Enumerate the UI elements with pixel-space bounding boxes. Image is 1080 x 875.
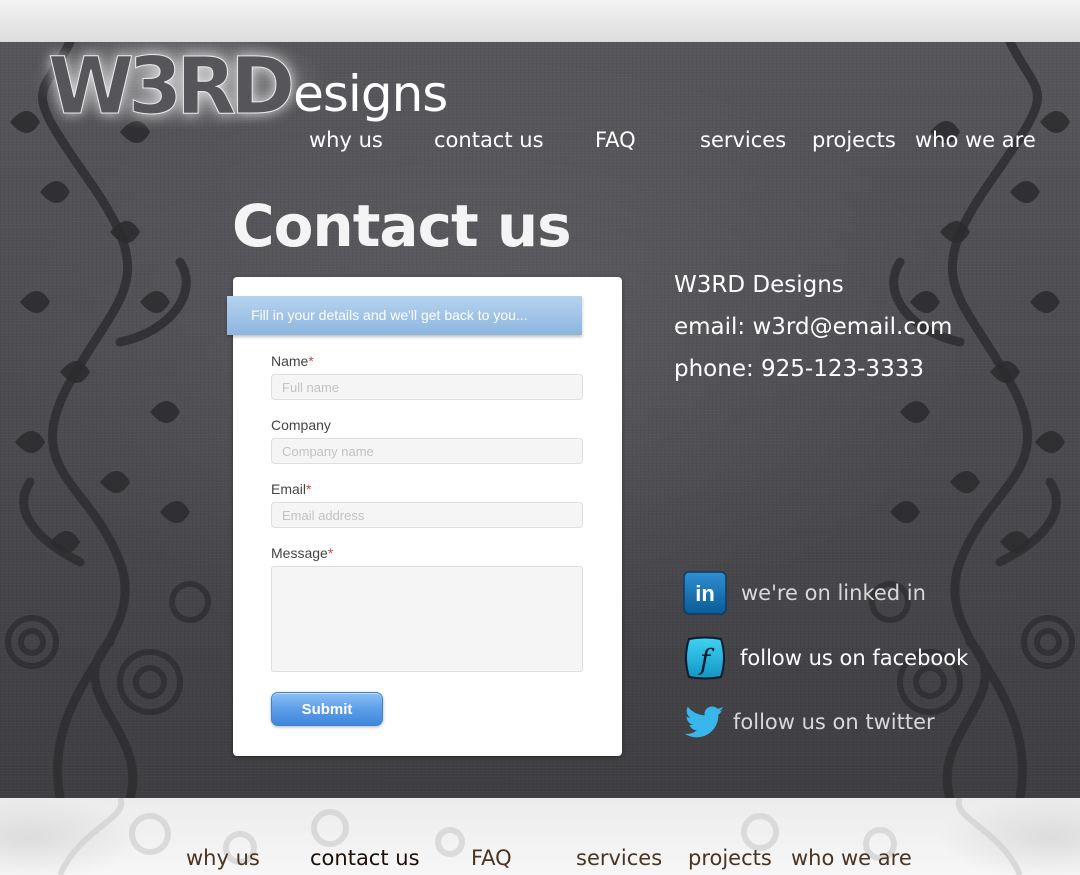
nav-projects[interactable]: projects (812, 128, 896, 152)
message-textarea[interactable] (271, 566, 583, 672)
email-label-text: Email (271, 481, 307, 497)
required-mark: * (308, 353, 314, 369)
facebook-text: follow us on facebook (740, 646, 969, 670)
contact-email: email: w3rd@email.com (674, 314, 953, 340)
company-label-text: Company (271, 417, 331, 433)
footer-swirl-decoration (57, 798, 1023, 875)
company-label: Company (271, 417, 331, 433)
required-mark: * (306, 481, 312, 497)
twitter-text: follow us on twitter (733, 710, 935, 734)
footer-nav-services[interactable]: services (576, 846, 662, 870)
footer: why us contact us FAQ services projects … (0, 798, 1080, 875)
facebook-link[interactable]: f follow us on facebook (683, 636, 983, 680)
nav-contact-us[interactable]: contact us (434, 128, 544, 152)
submit-button[interactable]: Submit (271, 692, 383, 726)
message-label-text: Message (271, 545, 328, 561)
nav-why-us[interactable]: why us (309, 128, 383, 152)
email-label: Email* (271, 481, 311, 497)
twitter-link[interactable]: follow us on twitter (683, 700, 983, 744)
footer-nav-faq[interactable]: FAQ (471, 846, 512, 870)
name-label: Name* (271, 353, 314, 369)
contact-phone: phone: 925-123-3333 (674, 356, 924, 382)
facebook-icon: f (685, 636, 725, 680)
logo-mark: W3RD (47, 42, 295, 132)
footer-nav-projects[interactable]: projects (688, 846, 772, 870)
contact-form: Fill in your details and we'll get back … (227, 277, 622, 756)
linkedin-text: we're on linked in (741, 581, 926, 605)
footer-nav-why-us[interactable]: why us (186, 846, 260, 870)
footer-nav-who-we-are[interactable]: who we are (791, 846, 912, 870)
name-input[interactable] (271, 374, 583, 400)
linkedin-icon-text: in (695, 581, 715, 606)
linkedin-link[interactable]: in we're on linked in (683, 571, 983, 615)
company-name: W3RD Designs (674, 272, 844, 298)
company-input[interactable] (271, 438, 583, 464)
twitter-icon (684, 706, 724, 738)
logo-wordmark: esigns (293, 65, 448, 123)
name-label-text: Name (271, 353, 309, 369)
nav-who-we-are[interactable]: who we are (915, 128, 1036, 152)
linkedin-icon: in (683, 571, 727, 615)
page-title: Contact us (232, 192, 572, 260)
nav-services[interactable]: services (700, 128, 786, 152)
required-mark: * (327, 545, 334, 561)
footer-nav-contact-us[interactable]: contact us (310, 846, 420, 870)
form-banner: Fill in your details and we'll get back … (227, 296, 582, 335)
top-nav: why us contact us FAQ services projects … (0, 128, 1080, 158)
email-input[interactable] (271, 502, 583, 528)
nav-faq[interactable]: FAQ (595, 128, 636, 152)
message-label: Message* (271, 545, 333, 561)
logo[interactable]: W3RD esigns (28, 30, 448, 132)
